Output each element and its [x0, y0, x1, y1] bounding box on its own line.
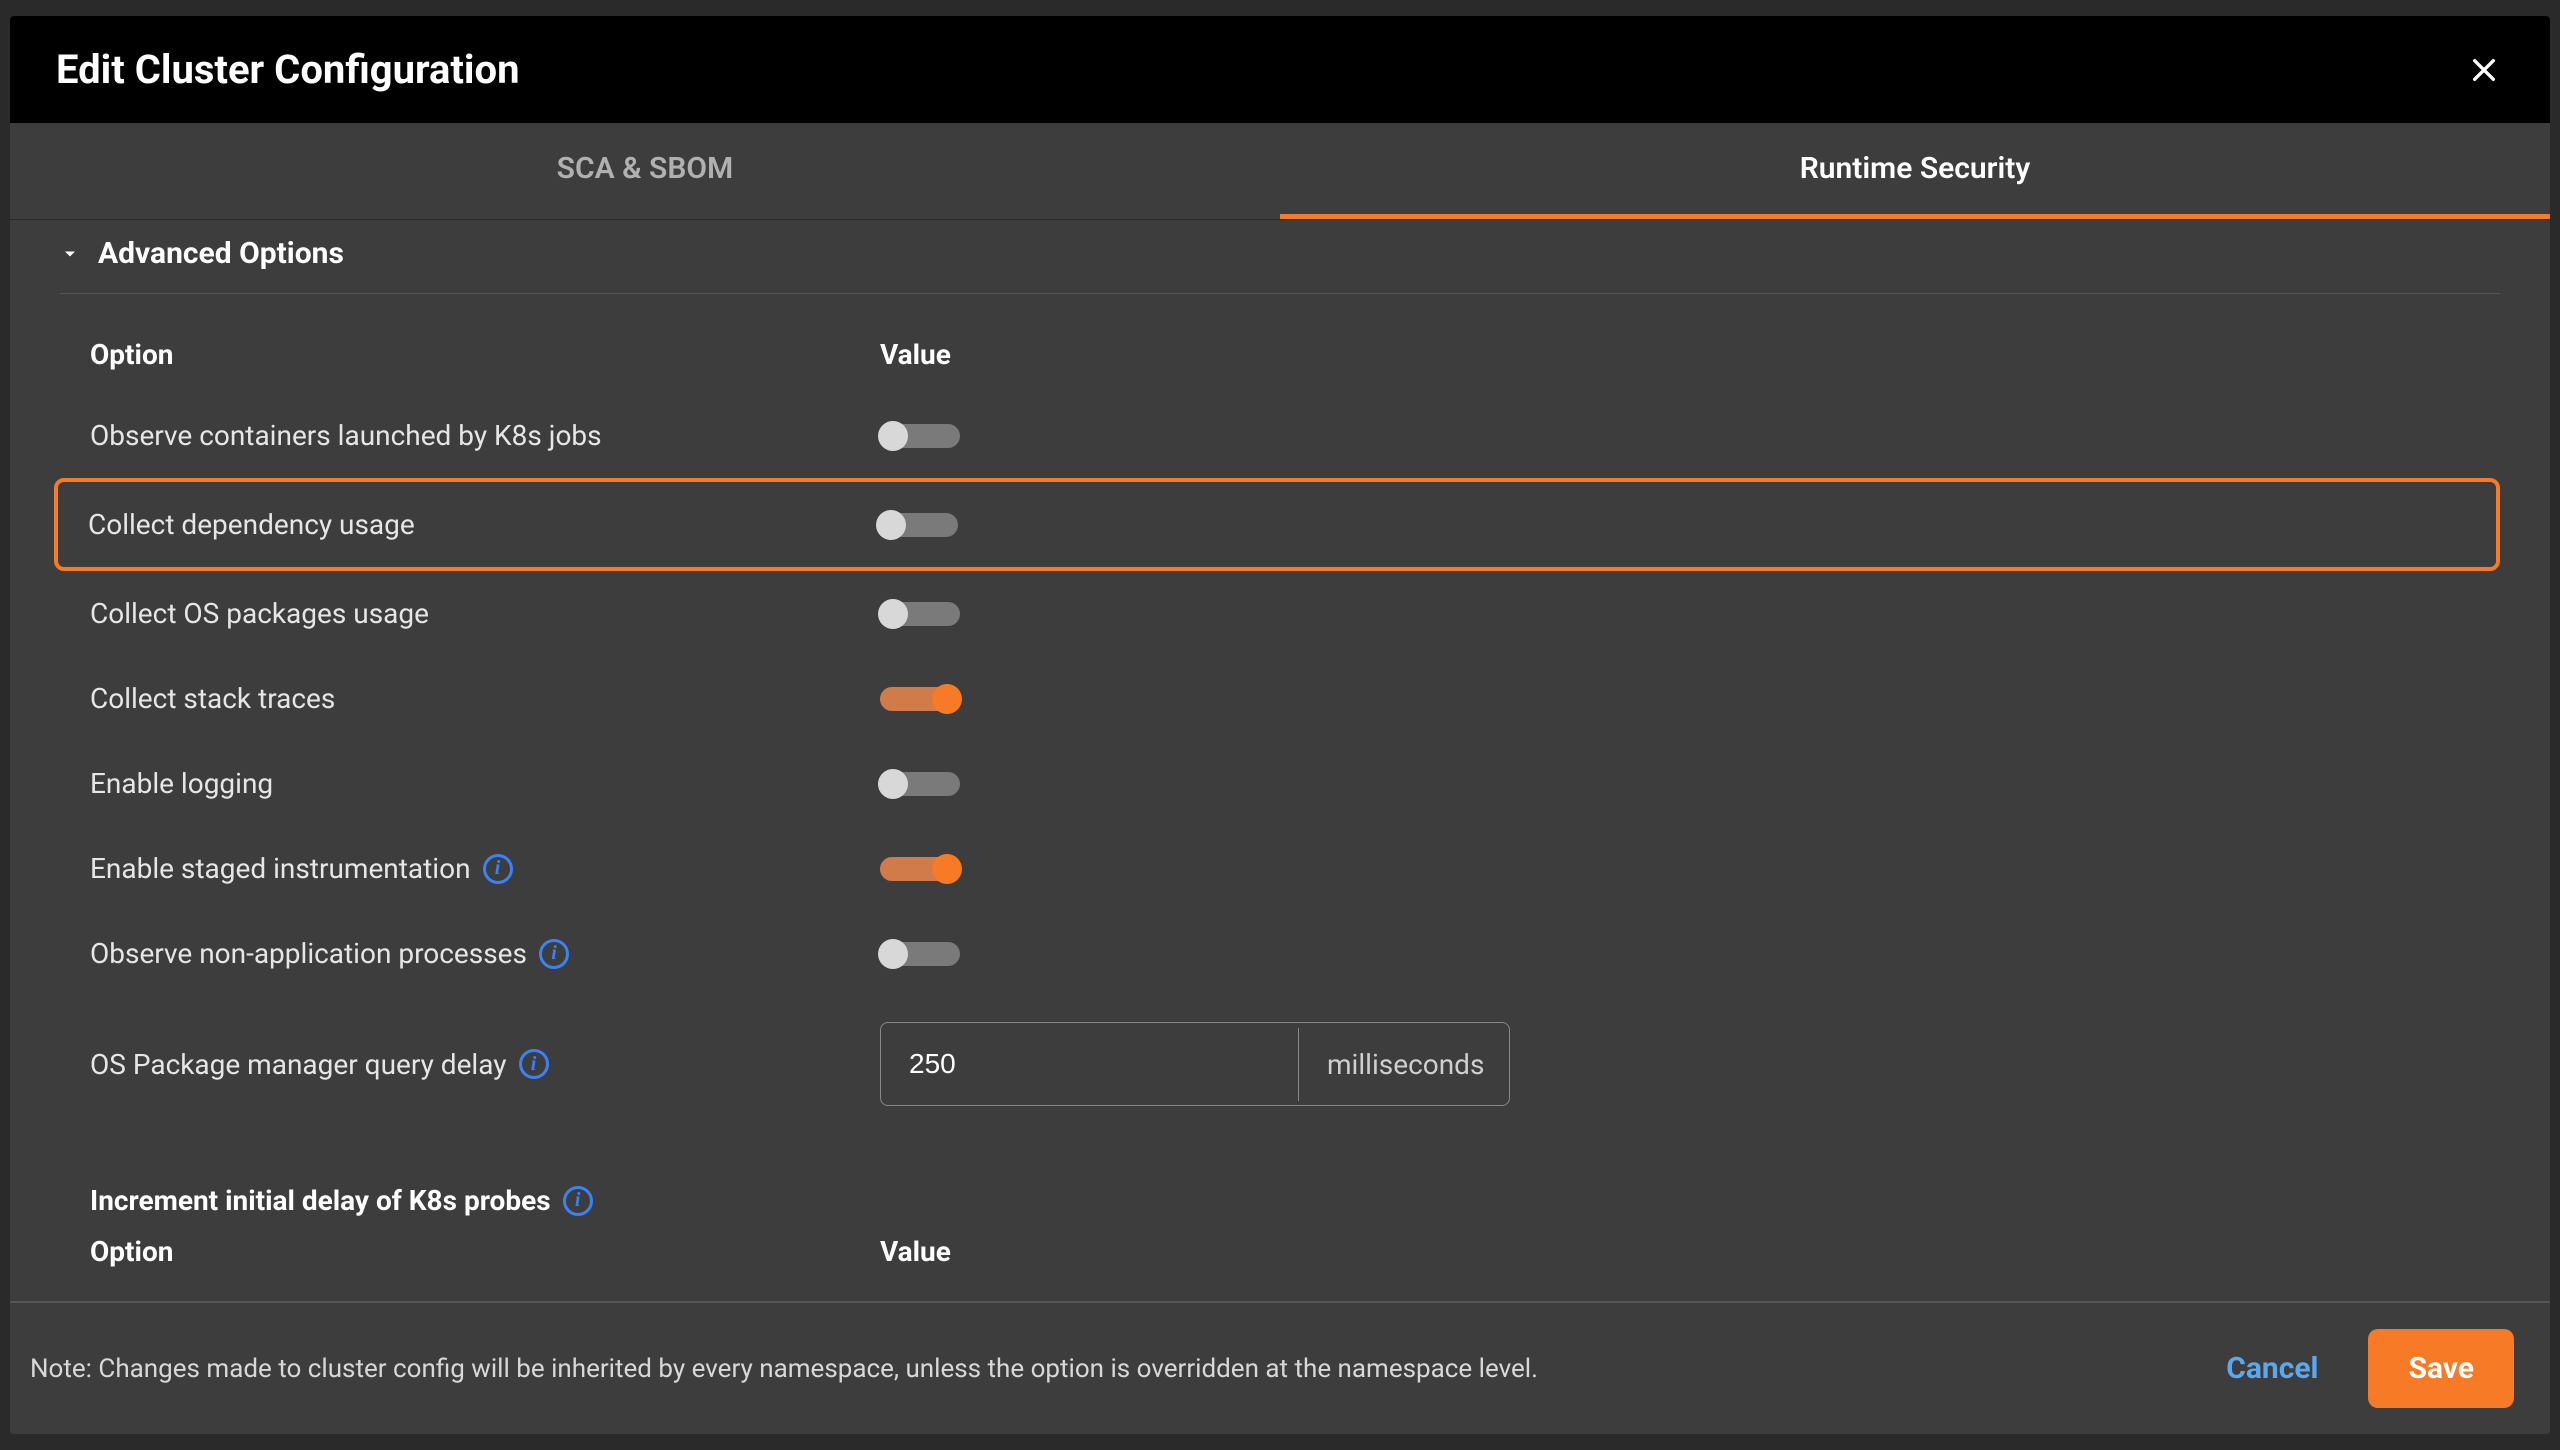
toggle-observe-non-app[interactable] [880, 942, 960, 966]
column-value: Value [880, 338, 951, 371]
label-enable-logging: Enable logging [90, 767, 273, 800]
toggle-enable-staged-instrumentation[interactable] [880, 857, 960, 881]
row-os-pkg-delay: OS Package manager query delay i millise… [60, 996, 2500, 1132]
label-os-pkg-delay: OS Package manager query delay [90, 1048, 507, 1081]
label-collect-dependency-usage: Collect dependency usage [88, 508, 415, 541]
row-observe-k8s-jobs: Observe containers launched by K8s jobs [60, 393, 2500, 478]
label-enable-staged-instrumentation: Enable staged instrumentation [90, 852, 471, 885]
footer-actions: Cancel Save [2202, 1329, 2514, 1408]
row-enable-logging: Enable logging [60, 741, 2500, 826]
save-button[interactable]: Save [2368, 1329, 2514, 1408]
row-collect-stack-traces: Collect stack traces [60, 656, 2500, 741]
row-collect-dependency-usage: Collect dependency usage [54, 478, 2500, 571]
label-observe-non-app: Observe non-application processes [90, 937, 527, 970]
info-icon[interactable]: i [563, 1186, 593, 1216]
toggle-enable-logging[interactable] [880, 772, 960, 796]
subsection-increment-delay: Increment initial delay of K8s probes i [60, 1150, 2500, 1217]
row-enable-staged-instrumentation: Enable staged instrumentation i [60, 826, 2500, 911]
info-icon[interactable]: i [519, 1049, 549, 1079]
edit-cluster-config-modal: Edit Cluster Configuration SCA & SBOM Ru… [10, 16, 2550, 1434]
advanced-options-header[interactable]: Advanced Options [60, 220, 2500, 294]
info-icon[interactable]: i [539, 939, 569, 969]
options-table-header: Option Value [60, 294, 2500, 393]
modal-footer: Note: Changes made to cluster config wil… [10, 1301, 2550, 1434]
modal-header: Edit Cluster Configuration [10, 16, 2550, 123]
modal-content[interactable]: Advanced Options Option Value Observe co… [10, 220, 2550, 1301]
cancel-button[interactable]: Cancel [2202, 1331, 2342, 1406]
section-title: Advanced Options [98, 236, 344, 271]
toggle-collect-stack-traces[interactable] [880, 687, 960, 711]
tab-runtime-security[interactable]: Runtime Security [1280, 123, 2550, 219]
toggle-observe-k8s-jobs[interactable] [880, 424, 960, 448]
tab-sca-sbom[interactable]: SCA & SBOM [10, 123, 1280, 219]
column-option: Option [90, 338, 880, 371]
footer-note: Note: Changes made to cluster config wil… [30, 1354, 1538, 1384]
close-button[interactable] [2464, 50, 2504, 90]
toggle-collect-os-packages[interactable] [880, 602, 960, 626]
info-icon[interactable]: i [483, 854, 513, 884]
chevron-down-icon [60, 244, 80, 264]
tabs: SCA & SBOM Runtime Security [10, 123, 2550, 220]
column-value: Value [880, 1235, 951, 1268]
label-collect-stack-traces: Collect stack traces [90, 682, 335, 715]
subsection-table-header: Option Value [60, 1217, 2500, 1290]
input-os-pkg-delay[interactable] [881, 1028, 1298, 1100]
row-observe-non-app: Observe non-application processes i [60, 911, 2500, 996]
unit-milliseconds: milliseconds [1298, 1028, 1510, 1101]
modal-title: Edit Cluster Configuration [56, 46, 520, 93]
label-collect-os-packages: Collect OS packages usage [90, 597, 429, 630]
row-collect-os-packages: Collect OS packages usage [60, 571, 2500, 656]
toggle-collect-dependency-usage[interactable] [878, 513, 958, 537]
input-os-pkg-delay-wrap: milliseconds [880, 1022, 1510, 1106]
label-observe-k8s-jobs: Observe containers launched by K8s jobs [90, 419, 602, 452]
column-option: Option [90, 1235, 880, 1268]
subsection-title-text: Increment initial delay of K8s probes [90, 1184, 551, 1217]
close-icon [2468, 54, 2500, 86]
